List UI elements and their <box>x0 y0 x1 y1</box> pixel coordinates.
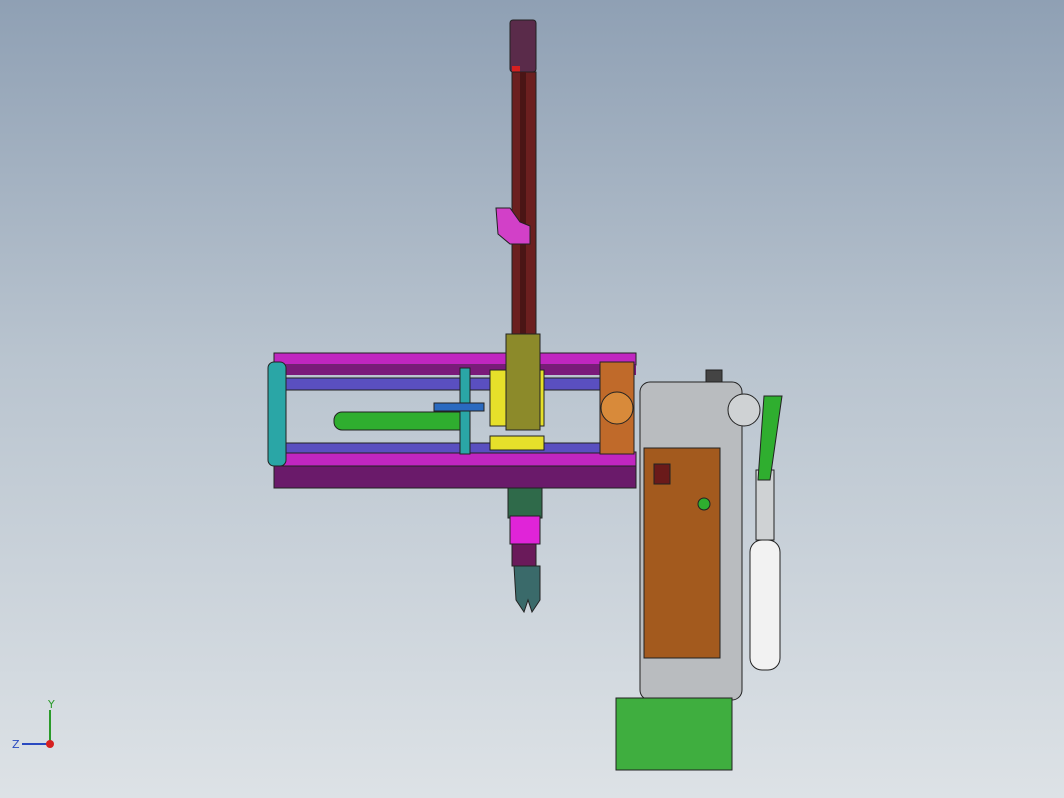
frame-bottom-rail-shade <box>273 465 637 489</box>
vertical-arm[interactable] <box>495 19 537 341</box>
guide-rod-upper[interactable] <box>285 377 607 391</box>
frame-bottom-rail[interactable] <box>273 451 637 467</box>
cylinder-rod[interactable] <box>433 402 485 412</box>
z-axis-label: Z <box>12 738 20 751</box>
assembly-model[interactable] <box>0 0 1064 798</box>
top-connector <box>705 369 723 383</box>
carriage-plate[interactable] <box>505 333 541 431</box>
carriage-base[interactable] <box>489 435 545 451</box>
panel-button[interactable] <box>697 497 711 511</box>
arm-beam-shade <box>520 72 526 340</box>
guide-rod-lower[interactable] <box>285 442 607 454</box>
panel-display <box>653 463 671 485</box>
linkage-arm[interactable] <box>757 395 783 481</box>
slider-carriage[interactable] <box>489 333 545 451</box>
y-axis-label: Y <box>47 698 55 711</box>
green-cylinder[interactable] <box>333 411 471 431</box>
coordinate-triad-icon: Y Z <box>8 698 68 758</box>
arm-top-cap[interactable] <box>509 19 537 73</box>
frame-left-end-plate[interactable] <box>267 361 287 467</box>
gripper-fingers[interactable] <box>513 565 541 614</box>
side-pneumatic-cylinder[interactable] <box>749 395 783 671</box>
frame-top-rail-shade <box>274 365 636 375</box>
arm-top-marker <box>512 66 520 72</box>
horizontal-frame[interactable] <box>267 352 637 489</box>
frame-top-rail[interactable] <box>273 352 637 366</box>
base-column[interactable] <box>615 369 761 771</box>
end-coupling[interactable] <box>599 361 635 455</box>
motor-housing[interactable] <box>727 393 761 427</box>
base-foot[interactable] <box>615 697 733 771</box>
gripper-head[interactable] <box>507 487 543 614</box>
cad-graphics-viewport[interactable]: Y Z <box>0 0 1064 798</box>
